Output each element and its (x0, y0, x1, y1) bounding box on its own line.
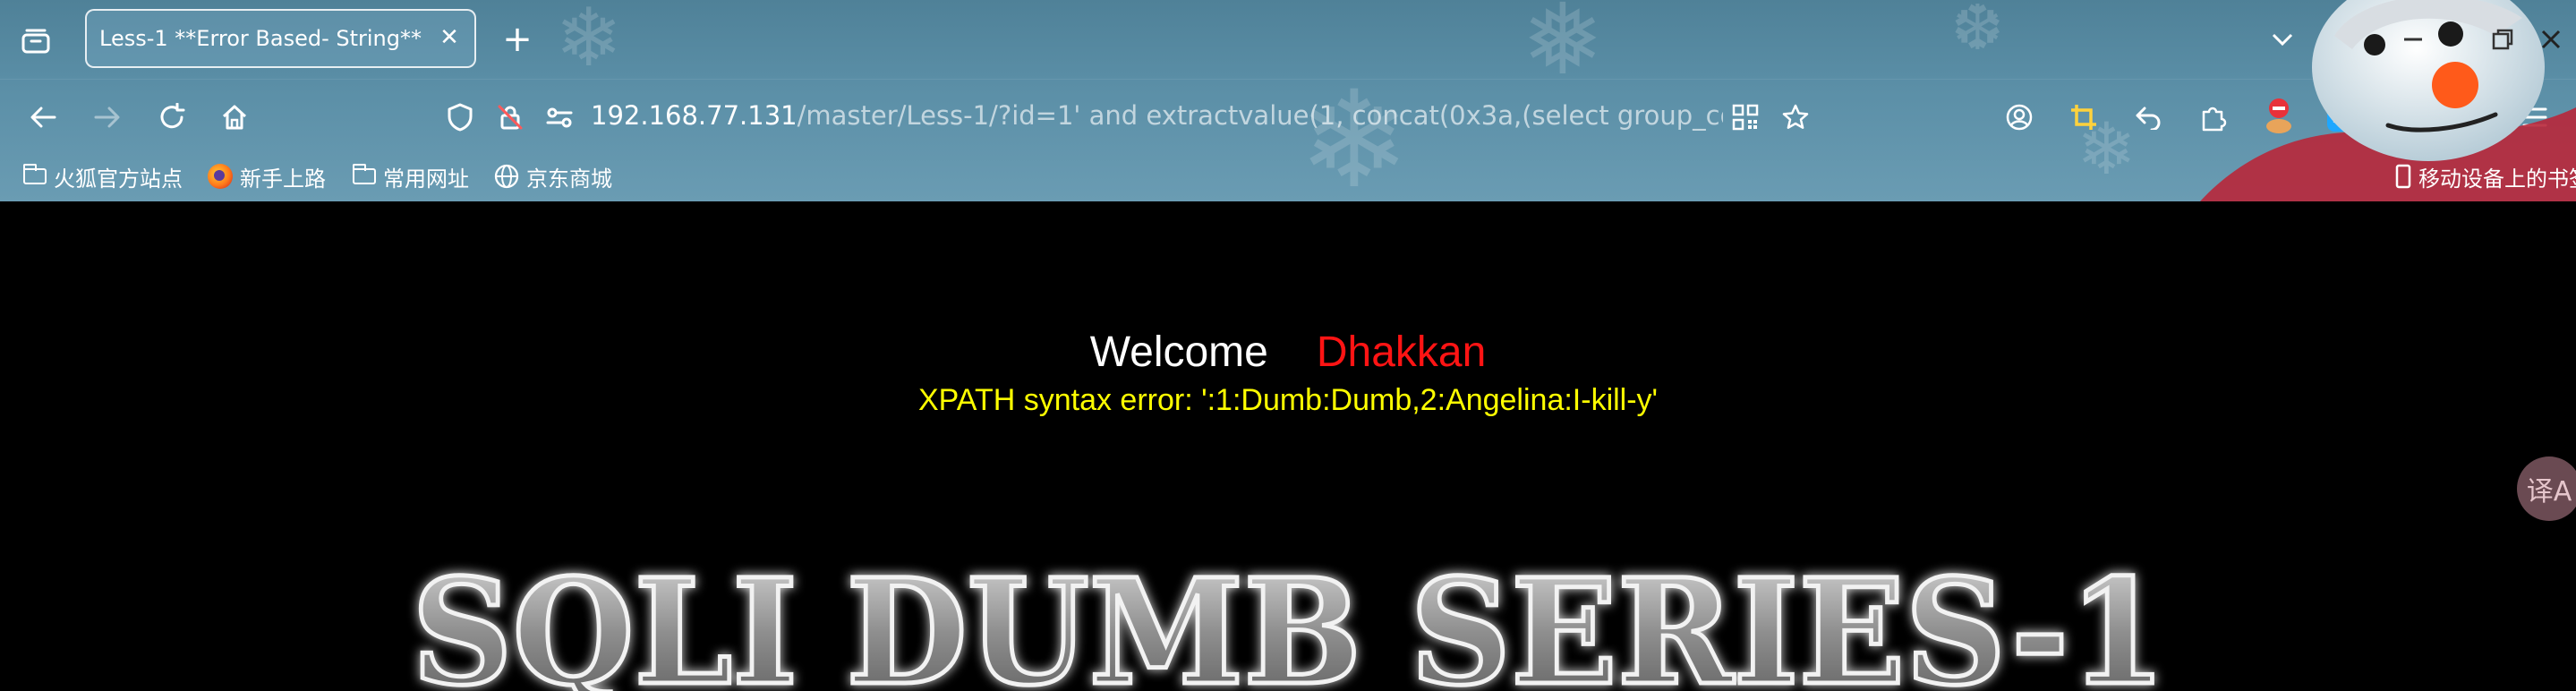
bookmark-label: 常用网址 (383, 166, 469, 192)
folder-icon (22, 164, 47, 184)
restore-window-icon[interactable] (2483, 20, 2522, 59)
banner-text: SQLI DUMB SERIES-1 (412, 548, 2166, 691)
navigation-bar: 192.168.77.131/master/Less-1/?id=1' and … (0, 79, 2576, 153)
floating-translate-button[interactable]: 译A (2517, 456, 2576, 521)
address-bar-url[interactable]: 192.168.77.131/master/Less-1/?id=1' and … (591, 100, 1723, 131)
folder-icon (352, 164, 376, 184)
account-icon[interactable] (2000, 98, 2039, 137)
url-path: /master/Less-1/?id=1' and extractvalue(1… (797, 100, 1723, 131)
new-tab-icon[interactable]: + (498, 19, 537, 60)
browser-chrome: ❄ ❄ ❅ ❄ ❆ Less-1 **Error Based- String**… (0, 0, 2576, 201)
minimize-window-icon[interactable] (2393, 20, 2433, 59)
user-name: Dhakkan (1316, 328, 1487, 376)
bookmark-item[interactable]: 新手上路 (208, 161, 326, 192)
sqli-dumb-series-banner: SQLI DUMB SERIES-1 (410, 546, 2169, 691)
close-window-icon[interactable] (2531, 20, 2571, 59)
reload-icon[interactable] (152, 98, 192, 137)
bookmark-item[interactable]: 火狐官方站点 (22, 161, 183, 192)
bookmark-star-icon[interactable] (1776, 98, 1815, 137)
translate-fab-label: 译A (2526, 476, 2572, 508)
insecure-lock-icon[interactable] (490, 98, 530, 137)
screenshot-crop-icon[interactable] (2064, 98, 2103, 137)
globe-icon (494, 164, 519, 189)
theme-snowman-decoration: 移动设备上的书签 (2200, 0, 2576, 201)
page-content: Welcome Dhakkan XPATH syntax error: ':1:D… (0, 201, 2576, 691)
xpath-error-message: XPATH syntax error: ':1:Dumb:Dumb,2:Ange… (917, 383, 1659, 417)
mobile-bookmarks-label: 移动设备上的书签 (2418, 166, 2576, 192)
tracking-protection-shield-icon[interactable] (440, 98, 480, 137)
back-icon[interactable] (23, 98, 63, 137)
bookmarks-bar: 火狐官方站点 新手上路 常用网址 京东商城 (0, 152, 2576, 201)
bookmark-item[interactable]: 常用网址 (352, 161, 469, 192)
site-permissions-icon[interactable] (540, 98, 579, 137)
bookmark-label: 新手上路 (240, 166, 326, 192)
mobile-bookmarks[interactable]: 移动设备上的书签 (2395, 161, 2576, 192)
close-tab-icon[interactable]: ✕ (433, 21, 465, 54)
bookmark-label: 京东商城 (526, 166, 612, 192)
firefox-icon (208, 164, 233, 189)
welcome-text: Welcome (1089, 328, 1268, 376)
url-host: 192.168.77.131 (591, 100, 798, 131)
qr-code-icon[interactable] (1726, 98, 1765, 137)
undo-icon[interactable] (2128, 98, 2168, 137)
bookmark-item[interactable]: 京东商城 (494, 161, 612, 192)
mobile-device-icon (2395, 164, 2411, 189)
tab-title: Less-1 **Error Based- String** (99, 26, 422, 51)
bookmark-label: 火狐官方站点 (54, 166, 183, 192)
tab-list-icon[interactable] (16, 21, 55, 61)
forward-icon[interactable] (88, 98, 127, 137)
tab-overflow-chevron-down-icon[interactable] (2263, 20, 2302, 59)
tab-active[interactable]: Less-1 **Error Based- String** ✕ (85, 9, 476, 68)
tab-bar: Less-1 **Error Based- String** ✕ + (0, 0, 2576, 79)
welcome-line: Welcome Dhakkan (0, 328, 2576, 377)
home-icon[interactable] (215, 98, 254, 137)
